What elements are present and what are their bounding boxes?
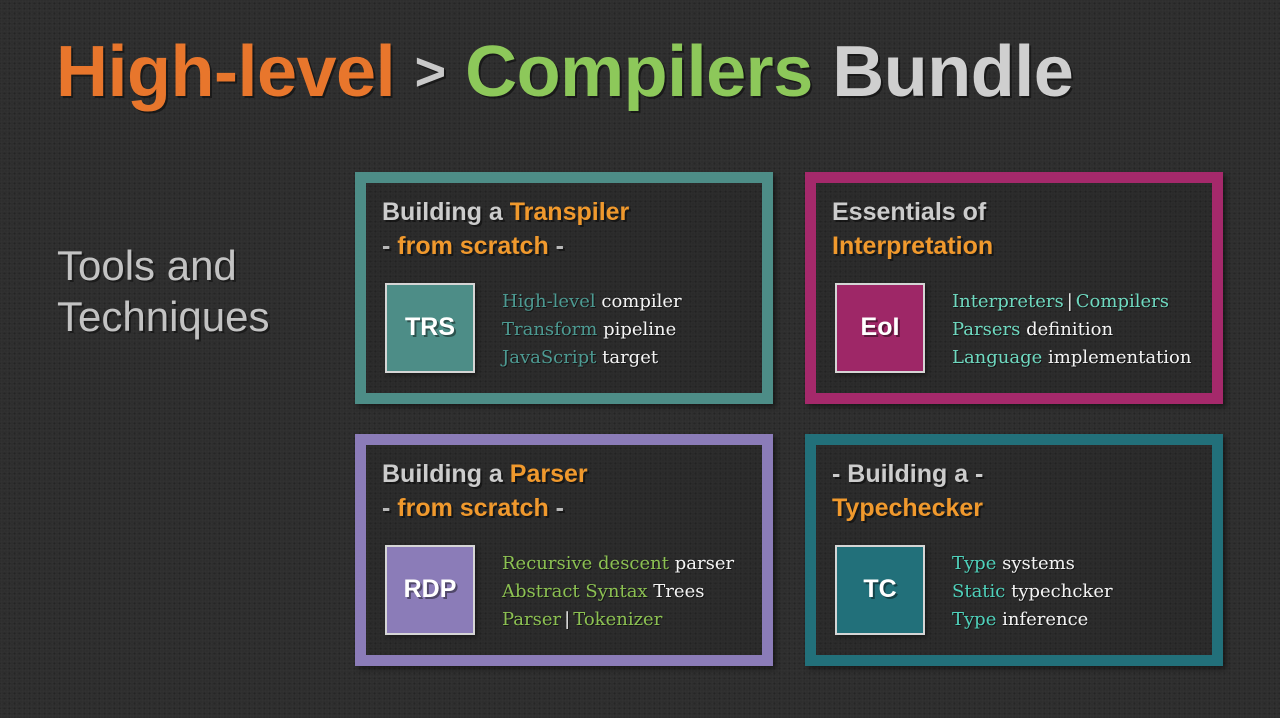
card-heading-line1: Building a Parser [382,458,748,492]
card-bullet-list: Recursive descent parser Abstract Syntax… [502,545,734,635]
bullet-plain: target [596,347,659,368]
card-heading-line1: Essentials of [832,196,1198,230]
course-card-interpretation[interactable]: Essentials of Interpretation EoI Interpr… [805,172,1223,404]
card-heading: Building a Parser - from scratch - [382,458,748,526]
bullet-plain: inference [996,609,1089,630]
course-card-typechecker[interactable]: - Building a - Typechecker TC Type syste… [805,434,1223,666]
bullet-plain: implementation [1042,347,1192,368]
card-heading-plain: Building a [382,460,510,488]
card-heading-plain: Building a [382,198,510,226]
bullet-accent: Parser [502,609,562,630]
page-title-part3: Bundle [832,32,1074,112]
side-label: Tools and Techniques [57,242,270,341]
bullet-plain: parser [669,552,735,574]
card-heading: - Building a - Typechecker [832,458,1198,526]
card-bullet-item: Transform pipeline [502,316,682,344]
bullet-accent: Recursive descent [502,552,669,574]
card-heading-subtitle: Interpretation [832,231,994,260]
card-heading-dash-right: - [548,493,565,522]
card-bullet-item: Static typechcker [952,578,1113,606]
card-bullet-item: Language implementation [952,344,1192,372]
card-heading-plain: Essentials of [832,198,987,226]
card-heading: Building a Transpiler - from scratch - [382,196,748,264]
bullet-accent-2: Compilers [1075,290,1169,312]
card-heading-accent: Parser [509,460,588,488]
course-card-grid: Building a Transpiler - from scratch - T… [355,172,1225,674]
bullet-pipe-separator: | [564,609,571,630]
bullet-plain: compiler [595,290,682,312]
course-badge-trs[interactable]: TRS [385,282,475,373]
card-bullet-list: High-level compiler Transform pipeline J… [502,283,682,373]
page-title-part2: Compilers [465,32,813,112]
card-bullet-item: JavaScript target [502,344,682,372]
course-card-parser[interactable]: Building a Parser - from scratch - RDP R… [355,434,773,666]
bullet-accent: Static [952,580,1006,602]
card-heading-line2: - from scratch - [382,230,748,264]
card-bullet-item: Parsers definition [952,316,1192,344]
bullet-plain: Trees [647,580,705,602]
card-heading-subtitle: from scratch [397,493,549,522]
card-heading-line2: Interpretation [832,230,1198,264]
bullet-accent: Abstract Syntax [502,580,648,602]
card-bullet-item: Recursive descent parser [502,550,734,578]
card-body: EoI Interpreters | Compilers Parsers defin… [832,282,1198,373]
card-bullet-item: Type inference [952,606,1113,634]
card-bullet-item: Abstract Syntax Trees [502,578,734,606]
card-heading-plain: - Building a - [832,460,984,488]
card-heading-line1: Building a Transpiler [382,196,748,230]
card-bullet-item: Interpreters | Compilers [952,288,1192,316]
bullet-accent: Type [952,609,997,630]
card-body: TRS High-level compiler Transform pipeli… [382,282,748,373]
card-heading-subtitle: from scratch [397,231,549,260]
bullet-accent: JavaScript [502,347,597,368]
card-heading-line2: Typechecker [832,492,1198,526]
course-badge-rdp[interactable]: RDP [385,544,475,635]
card-heading-dash-left: - [382,493,398,522]
bullet-plain: typechcker [1005,580,1113,602]
card-bullet-item: High-level compiler [502,288,682,316]
bullet-plain: systems [996,552,1075,574]
bullet-plain: pipeline [597,318,677,340]
card-body: RDP Recursive descent parser Abstract Sy… [382,544,748,635]
bullet-accent-2: Tokenizer [573,609,663,630]
bullet-accent: Transform [502,318,598,340]
bullet-accent: High-level [502,290,596,312]
card-bullet-item: Parser | Tokenizer [502,606,734,634]
card-heading: Essentials of Interpretation [832,196,1198,264]
bullet-accent: Language [952,347,1043,368]
card-heading-dash-right: - [548,231,565,260]
chevron-right-icon: > [414,42,447,102]
bullet-plain: definition [1020,318,1114,340]
card-body: TC Type systems Static typechcker Type i… [832,544,1198,635]
card-heading-subtitle: Typechecker [832,493,984,522]
bullet-accent: Parsers [952,318,1021,340]
card-bullet-item: Type systems [952,550,1113,578]
course-card-transpiler[interactable]: Building a Transpiler - from scratch - T… [355,172,773,404]
bullet-accent: Interpreters [952,290,1064,312]
page-title: High-level > Compilers Bundle [56,36,1074,108]
card-heading-line2: - from scratch - [382,492,748,526]
course-badge-eoi[interactable]: EoI [835,282,925,373]
card-bullet-list: Type systems Static typechcker Type infe… [952,545,1113,635]
card-heading-accent: Transpiler [509,198,630,226]
card-heading-line1: - Building a - [832,458,1198,492]
bullet-pipe-separator: | [1066,290,1073,312]
card-bullet-list: Interpreters | Compilers Parsers definitio… [952,283,1192,373]
card-heading-dash-left: - [382,231,398,260]
bullet-accent: Type [952,552,997,574]
course-badge-tc[interactable]: TC [835,544,925,635]
page-title-part1: High-level [56,32,396,112]
